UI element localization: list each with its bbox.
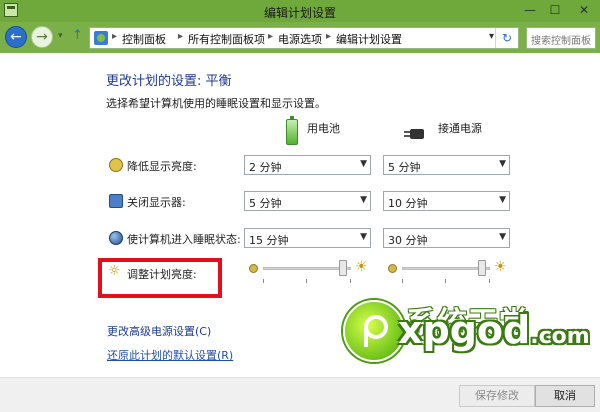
column-plugged-label: 接通电源 xyxy=(438,122,482,135)
chevron-down-icon: ▼ xyxy=(499,195,506,205)
dim-plugged-value: 5 分钟 xyxy=(388,161,421,174)
sleep-icon xyxy=(109,231,123,245)
dim-battery-select[interactable]: 2 分钟 ▼ xyxy=(244,155,371,175)
brightness-battery-ticks xyxy=(263,279,351,283)
minimize-button[interactable]: — xyxy=(520,2,540,18)
setting-label-display-off: 关闭显示器: xyxy=(127,196,186,209)
main-content: 更改计划的设置: 平衡 选择希望计算机使用的睡眠设置和显示设置。 用电池 接通电… xyxy=(0,53,600,377)
chevron-right-icon[interactable]: ▸ xyxy=(326,31,331,42)
maximize-button[interactable]: ☐ xyxy=(545,2,565,18)
watermark-logo xyxy=(343,300,405,362)
display-off-battery-value: 5 分钟 xyxy=(249,197,282,210)
control-panel-icon xyxy=(94,31,108,45)
brightness-plugged-slider-thumb[interactable] xyxy=(478,260,486,276)
brightness-battery-slider-thumb[interactable] xyxy=(339,260,347,276)
dim-brightness-icon xyxy=(388,264,397,273)
breadcrumb-control-panel[interactable]: 控制面板 xyxy=(122,31,166,47)
close-button[interactable]: ✕ xyxy=(574,2,594,18)
advanced-power-settings-link[interactable]: 更改高级电源设置(C) xyxy=(107,323,211,339)
breadcrumb-all-items[interactable]: 所有控制面板项 xyxy=(188,31,265,47)
chevron-down-icon: ▼ xyxy=(360,195,367,205)
restore-defaults-link[interactable]: 还原此计划的默认设置(R) xyxy=(107,347,233,363)
bright-sun-icon: ☀ xyxy=(355,259,368,275)
battery-icon xyxy=(286,116,298,145)
watermark-url-main: xpgod xyxy=(398,308,531,352)
save-changes-button[interactable]: 保存修改 xyxy=(459,385,535,407)
dim-plugged-select[interactable]: 5 分钟 ▼ xyxy=(383,155,510,175)
sleep-plugged-select[interactable]: 30 分钟 ▼ xyxy=(383,228,510,248)
navigation-bar: ← → ▾ ↑ ▸ 控制面板 ▸ 所有控制面板项 ▸ 电源选项 ▸ 编辑计划设置… xyxy=(0,22,600,53)
chevron-down-icon: ▼ xyxy=(499,232,506,242)
address-bar[interactable]: ▸ 控制面板 ▸ 所有控制面板项 ▸ 电源选项 ▸ 编辑计划设置 ▾ ↻ xyxy=(89,27,519,49)
watermark-url: xpgod.com xyxy=(398,308,590,352)
sleep-plugged-value: 30 分钟 xyxy=(388,234,428,247)
page-title: 更改计划的设置: 平衡 xyxy=(106,74,232,89)
title-bar: 编辑计划设置 — ☐ ✕ xyxy=(0,0,600,22)
setting-label-dim: 降低显示亮度: xyxy=(127,160,197,173)
page-description: 选择希望计算机使用的睡眠设置和显示设置。 xyxy=(106,97,326,110)
chevron-right-icon: ▸ xyxy=(112,31,118,42)
refresh-button[interactable]: ↻ xyxy=(495,28,518,48)
brightness-plugged-slider-track[interactable] xyxy=(402,267,490,270)
monitor-icon xyxy=(109,194,123,208)
sleep-battery-select[interactable]: 15 分钟 ▼ xyxy=(244,228,371,248)
brightness-plugged-ticks xyxy=(402,279,490,283)
chevron-down-icon: ▼ xyxy=(360,232,367,242)
dim-brightness-icon xyxy=(249,264,258,273)
window-title: 编辑计划设置 xyxy=(263,6,336,20)
power-plug-icon xyxy=(404,129,424,139)
address-dropdown-icon[interactable]: ▾ xyxy=(489,31,494,42)
display-off-battery-select[interactable]: 5 分钟 ▼ xyxy=(244,191,371,211)
dim-battery-value: 2 分钟 xyxy=(249,161,282,174)
recent-pages-icon[interactable]: ▾ xyxy=(58,31,63,41)
breadcrumb-power-options[interactable]: 电源选项 xyxy=(278,31,322,47)
breadcrumb-edit-plan[interactable]: 编辑计划设置 xyxy=(336,31,402,47)
brightness-battery-slider-track[interactable] xyxy=(263,267,351,270)
cancel-button[interactable]: 取消 xyxy=(535,385,595,407)
chevron-right-icon[interactable]: ▸ xyxy=(178,31,183,42)
chevron-down-icon: ▼ xyxy=(499,159,506,169)
highlight-box xyxy=(98,258,222,298)
footer-bar: 保存修改 取消 xyxy=(0,377,600,412)
dim-display-icon xyxy=(109,158,123,172)
setting-label-sleep: 使计算机进入睡眠状态: xyxy=(127,233,241,246)
chevron-right-icon[interactable]: ▸ xyxy=(268,31,273,42)
sleep-battery-value: 15 分钟 xyxy=(249,234,289,247)
display-off-plugged-value: 10 分钟 xyxy=(388,197,428,210)
up-icon[interactable]: ↑ xyxy=(72,28,83,43)
bright-sun-icon: ☀ xyxy=(494,259,507,275)
back-button[interactable]: ← xyxy=(5,26,27,48)
column-battery-label: 用电池 xyxy=(307,122,340,135)
search-input[interactable]: 搜索控制面板 xyxy=(526,27,596,49)
display-off-plugged-select[interactable]: 10 分钟 ▼ xyxy=(383,191,510,211)
forward-button[interactable]: → xyxy=(31,26,53,48)
chevron-down-icon: ▼ xyxy=(360,159,367,169)
watermark-url-tld: .com xyxy=(530,324,590,349)
